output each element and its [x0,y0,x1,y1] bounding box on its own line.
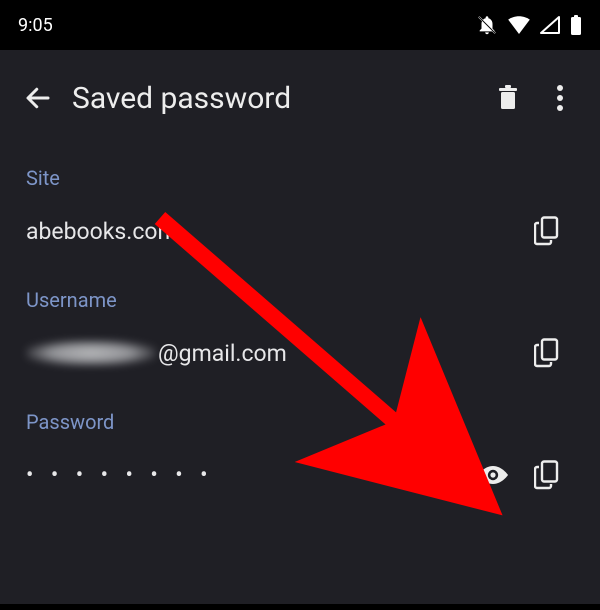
wifi-icon [508,16,530,34]
copy-username-button[interactable] [520,326,574,380]
status-time: 9:05 [18,15,53,36]
username-redacted [26,340,156,366]
copy-site-button[interactable] [520,204,574,258]
page-title: Saved password [72,81,482,116]
notifications-off-icon [476,14,498,36]
show-password-button[interactable] [466,448,520,502]
back-button[interactable] [14,74,62,122]
more-options-button[interactable] [534,72,586,124]
cell-signal-icon [540,16,560,34]
password-value[interactable]: • • • • • • • • [26,463,466,488]
password-label: Password [26,410,574,434]
status-icons [476,14,582,36]
battery-icon [570,15,582,35]
app-surface: Saved password Site abebooks.com [0,50,600,604]
site-label: Site [26,166,574,190]
username-value[interactable]: @gmail.com [26,340,520,367]
delete-button[interactable] [482,72,534,124]
username-section: Username @gmail.com [0,264,600,386]
username-domain: @gmail.com [158,340,287,367]
status-bar: 9:05 [0,0,600,50]
copy-password-button[interactable] [520,448,574,502]
app-bar: Saved password [0,54,600,142]
site-section: Site abebooks.com [0,142,600,264]
password-section: Password • • • • • • • • [0,386,600,508]
site-value[interactable]: abebooks.com [26,218,520,245]
username-label: Username [26,288,574,312]
